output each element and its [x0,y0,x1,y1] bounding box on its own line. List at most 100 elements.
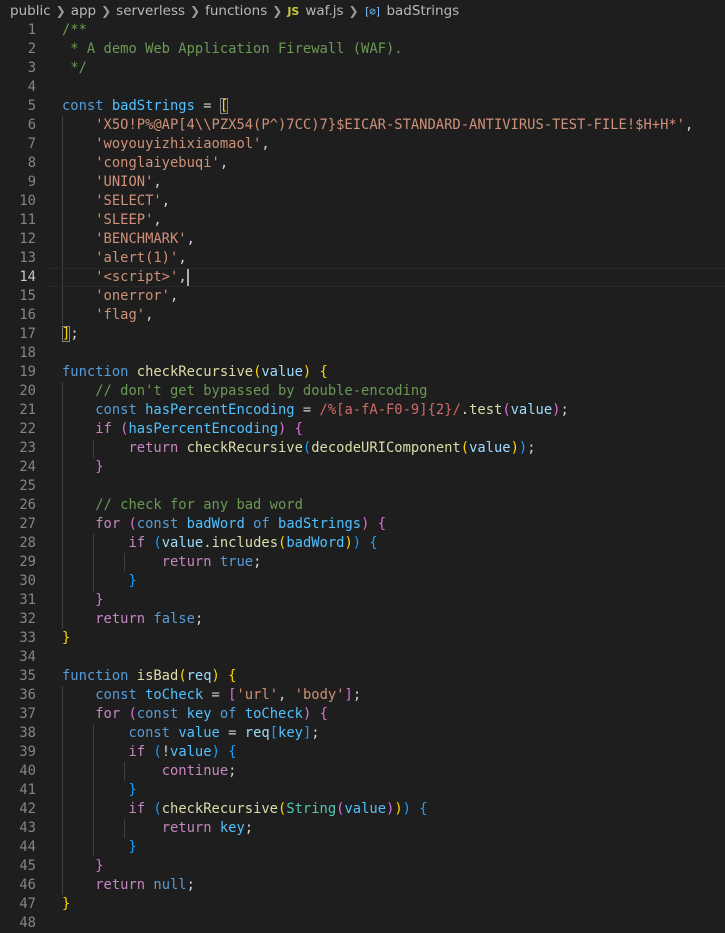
code-line[interactable]: 38 const value = req[key]; [0,724,725,743]
variable-symbol-icon: [⊘] [363,5,382,18]
code-text: 'SELECT', [62,192,170,211]
code-line[interactable]: 33} [0,629,725,648]
code-line[interactable]: 2 * A demo Web Application Firewall (WAF… [0,40,725,59]
code-line[interactable]: 44 } [0,838,725,857]
code-line[interactable]: 31 } [0,591,725,610]
code-line[interactable]: 46 return null; [0,876,725,895]
code-line[interactable]: 25 [0,477,725,496]
code-token: ; [186,877,195,893]
code-line[interactable]: 24 } [0,458,725,477]
code-token: ] [302,725,312,741]
code-line[interactable]: 16 'flag', [0,306,725,325]
code-token: value [469,440,511,456]
code-line[interactable]: 11 'SLEEP', [0,211,725,230]
code-line[interactable]: 23 return checkRecursive(decodeURICompon… [0,439,725,458]
code-line[interactable]: 39 if (!value) { [0,743,725,762]
code-line[interactable]: 13 'alert(1)', [0,249,725,268]
code-line[interactable]: 47} [0,895,725,914]
code-line[interactable]: 29 return true; [0,553,725,572]
line-number: 22 [19,421,36,437]
code-line[interactable]: 1 /** [0,21,725,40]
code-text: 'woyouyizhixiaomaol', [62,135,269,154]
code-token: ) [344,535,353,551]
code-line[interactable]: 20 // don't get bypassed by double-encod… [0,382,725,401]
code-line[interactable]: 21 const hasPercentEncoding = /%[a-fA-F0… [0,401,725,420]
code-token: ; [352,687,362,703]
code-token: { [377,516,387,532]
code-line[interactable]: 10 'SELECT', [0,192,725,211]
code-line[interactable]: 7 'woyouyizhixiaomaol', [0,135,725,154]
code-token: if [128,801,146,817]
code-token: 'flag' [95,307,146,323]
line-number: 10 [19,193,36,209]
code-text: } [62,572,136,591]
code-line[interactable]: 15 'onerror', [0,287,725,306]
code-line[interactable]: 9 'UNION', [0,173,725,192]
line-number: 33 [19,630,36,646]
code-line[interactable]: 36 const toCheck = ['url', 'body']; [0,686,725,705]
code-text: const toCheck = ['url', 'body']; [62,686,361,705]
code-line[interactable]: 26 // check for any bad word [0,496,725,515]
code-line[interactable]: 40 continue; [0,762,725,781]
code-editor[interactable]: 1 /** 2 * A demo Web Application Firewall … [0,20,725,931]
code-token: [ [219,98,229,114]
code-line[interactable]: 8 'conglaiyebuqi', [0,154,725,173]
breadcrumb-item-functions[interactable]: functions [205,3,267,19]
code-line[interactable]: 19 function checkRecursive(value) { [0,363,725,382]
code-line[interactable]: 27 for (const badWord of badStrings) { [0,515,725,534]
code-token: ) [352,535,362,551]
breadcrumb-item-public[interactable]: public [10,3,51,19]
code-line[interactable]: 30 } [0,572,725,591]
code-line[interactable]: 14 '<script>', [0,268,725,287]
breadcrumb-item-file[interactable]: JS waf.js [287,3,343,19]
code-line[interactable]: 4 [0,78,725,97]
code-token: checkRecursive [161,801,278,817]
code-line[interactable]: 42 if (checkRecursive(String(value))) { [0,800,725,819]
code-line[interactable]: 34 [0,648,725,667]
code-text: if (!value) { [62,743,236,762]
code-line[interactable]: 35 function isBad(req) { [0,667,725,686]
breadcrumb-item-symbol[interactable]: [⊘] badStrings [364,3,460,19]
code-line[interactable]: 5 const badStrings = [ [0,97,725,116]
code-token: } [128,782,137,798]
code-text: 'UNION', [62,173,161,192]
chevron-right-icon: ❯ [55,4,66,18]
line-number: 30 [19,573,36,589]
code-line[interactable]: 28 if (value.includes(badWord)) { [0,534,725,553]
line-number: 25 [19,478,36,494]
breadcrumb-item-serverless[interactable]: serverless [116,3,185,19]
code-token: function [62,364,129,380]
code-line[interactable]: 37 for (const key of toCheck) { [0,705,725,724]
code-line[interactable]: 48 [0,914,725,933]
code-line[interactable]: 22 if (hasPercentEncoding) { [0,420,725,439]
code-text: '<script>', [62,268,189,287]
code-token: ; [228,763,237,779]
breadcrumb-item-app[interactable]: app [71,3,96,19]
code-text: /** [62,21,87,40]
code-line[interactable]: 41 } [0,781,725,800]
code-line[interactable]: 45 } [0,857,725,876]
code-token: function [62,668,129,684]
code-line[interactable]: 32 return false; [0,610,725,629]
code-line[interactable]: 12 'BENCHMARK', [0,230,725,249]
code-line[interactable]: 43 return key; [0,819,725,838]
code-line[interactable]: 3 */ [0,59,725,78]
code-token: true [219,554,254,570]
code-line[interactable]: 17]; [0,325,725,344]
code-line[interactable]: 18 [0,344,725,363]
code-token: badWord [186,516,245,532]
code-line[interactable]: 6 'X5O!P%@AP[4\\PZX54(P^)7CC)7}$EICAR-ST… [0,116,725,135]
code-token: checkRecursive [136,364,254,380]
